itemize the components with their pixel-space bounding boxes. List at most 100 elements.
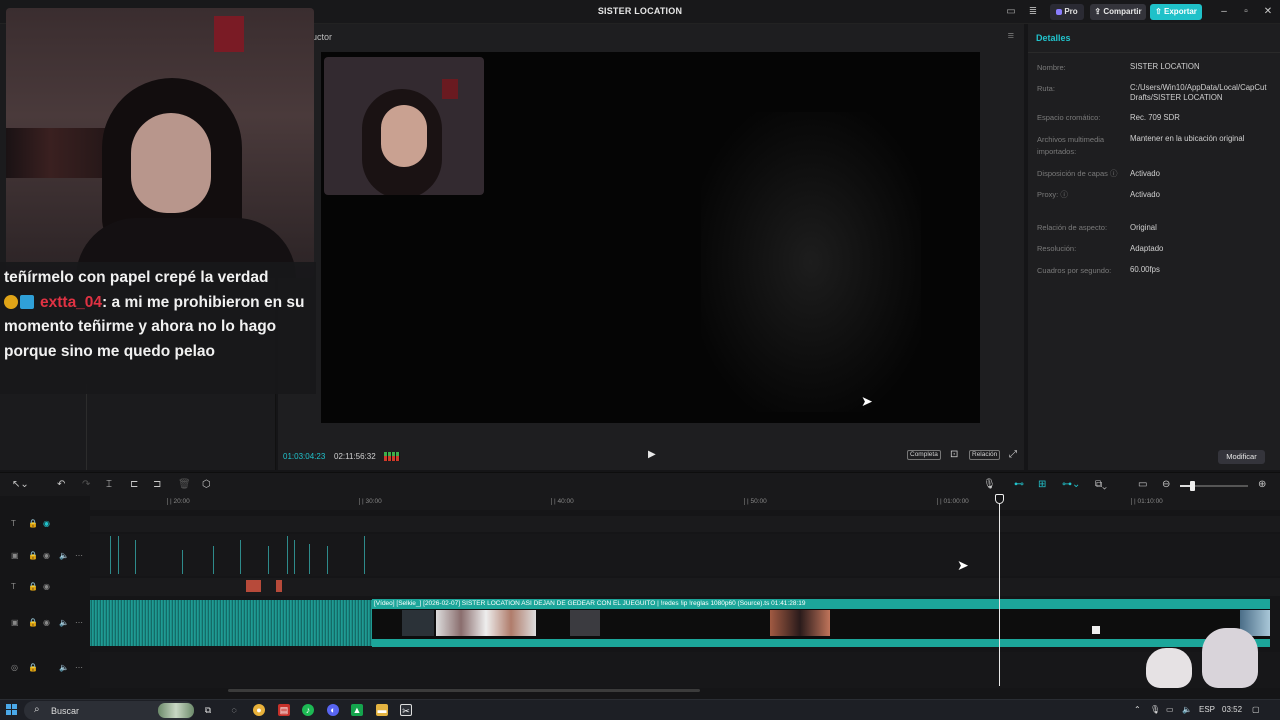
clip-marker[interactable]	[240, 540, 241, 574]
minimize-icon[interactable]: –	[1216, 4, 1232, 20]
detail-label: Nombre:	[1037, 63, 1066, 72]
tray-expand-icon[interactable]: ⌃	[1134, 705, 1141, 714]
eye-icon[interactable]: ◉	[43, 582, 50, 592]
taskbar-search[interactable]: ⌕ Buscar	[24, 701, 194, 720]
capcut-icon[interactable]: ✂	[400, 704, 412, 716]
speaker-icon[interactable]: 🔈	[59, 551, 69, 561]
clip-marker[interactable]	[268, 546, 269, 574]
text-clip[interactable]	[276, 580, 282, 592]
webcam-shelf	[6, 128, 116, 178]
clip-thumbnail	[436, 610, 536, 636]
notifications-icon[interactable]: ▢	[1252, 705, 1260, 714]
lock-icon[interactable]: 🔒	[28, 519, 38, 529]
pro-button[interactable]: Pro	[1050, 4, 1084, 20]
text-clip[interactable]	[246, 580, 261, 592]
maximize-icon[interactable]: ▫	[1238, 4, 1254, 20]
caption-icon[interactable]: ▭	[1138, 479, 1147, 491]
folder-icon[interactable]: ▬	[376, 704, 388, 716]
zoom-in-icon[interactable]: ⊕	[1258, 479, 1266, 491]
text2-track-head: T 🔒 ◉	[0, 577, 90, 597]
spotify-icon[interactable]: ♪	[302, 704, 314, 716]
undo-icon[interactable]: ↶	[57, 479, 65, 491]
redo-icon[interactable]: ↷	[82, 479, 90, 491]
clip-thumbnail	[770, 610, 830, 636]
player-menu-icon[interactable]: ≡	[1008, 30, 1014, 42]
details-header: Detalles	[1036, 33, 1071, 43]
lock-icon[interactable]: 🔒	[28, 618, 38, 628]
layout-icon[interactable]: ▭	[1004, 5, 1018, 19]
play-icon[interactable]: ▶	[648, 449, 656, 460]
app-icon[interactable]: ▲	[351, 704, 363, 716]
clock[interactable]: 03:52	[1222, 705, 1242, 714]
clip-marker[interactable]	[364, 536, 365, 574]
lock-icon[interactable]: 🔒	[28, 551, 38, 561]
microphone-tray-icon[interactable]: 🎙	[1150, 705, 1160, 714]
clip-marker[interactable]	[287, 536, 288, 574]
microphone-icon[interactable]: 🎙	[983, 479, 996, 491]
zoom-out-icon[interactable]: ⊖	[1162, 479, 1170, 491]
snap-icon[interactable]: ⊶⌄	[1062, 479, 1080, 491]
eye-icon[interactable]: ◉	[43, 519, 50, 529]
main-track-icon[interactable]: ⊞	[1038, 479, 1046, 491]
share-button[interactable]: ⇪ Compartir	[1090, 4, 1146, 20]
more-icon[interactable]: ⋯	[75, 663, 83, 673]
more-icon[interactable]: ⋯	[75, 618, 83, 628]
link-clips-icon[interactable]: ⊷	[1014, 479, 1024, 491]
split-left-icon[interactable]: ⊏	[130, 479, 138, 491]
chrome-icon[interactable]: ●	[253, 704, 265, 716]
network-icon[interactable]: ▭	[1166, 705, 1174, 714]
clip-marker[interactable]	[118, 536, 119, 574]
clip-marker[interactable]	[294, 540, 295, 574]
full-quality-button[interactable]: Completa	[907, 450, 941, 460]
marker-icon[interactable]: ⬡	[202, 479, 211, 491]
eye-icon[interactable]: ◉	[43, 618, 50, 628]
clip-marker[interactable]	[182, 550, 183, 574]
text-track[interactable]	[90, 516, 1280, 532]
more-icon[interactable]: ⋯	[75, 551, 83, 561]
delete-icon[interactable]: 🗑	[178, 479, 191, 491]
volume-icon[interactable]: 🔈	[1182, 705, 1192, 714]
sticker-track-head: ▣ 🔒 ◉ 🔈 ⋯	[0, 546, 90, 566]
ratio-button[interactable]: Relación	[969, 450, 1001, 460]
app-icon[interactable]: ◌	[228, 704, 240, 716]
audio-track[interactable]	[90, 652, 1280, 688]
close-icon[interactable]: ✕	[1260, 4, 1276, 20]
zoom-slider-handle[interactable]	[1190, 481, 1195, 491]
export-button[interactable]: ⇧ Exportar	[1150, 4, 1202, 20]
news-app-icon[interactable]: ▤	[278, 704, 290, 716]
modify-button[interactable]: Modificar	[1218, 450, 1265, 464]
speaker-icon[interactable]: 🔈	[59, 663, 69, 673]
fit-view-icon[interactable]: ⊡	[950, 449, 958, 460]
playhead[interactable]	[999, 496, 1000, 686]
details-panel: Detalles Nombre: SISTER LOCATION Ruta: C…	[1028, 24, 1280, 470]
lock-icon[interactable]: 🔒	[28, 582, 38, 592]
windows-start-icon[interactable]	[6, 704, 18, 716]
select-tool-icon[interactable]: ↖⌄	[12, 479, 29, 491]
split-icon[interactable]: ⌶	[106, 479, 112, 491]
language-indicator[interactable]: ESP	[1199, 705, 1215, 714]
task-view-icon[interactable]: ⧉	[202, 704, 214, 716]
lock-icon[interactable]: 🔒	[28, 663, 38, 673]
playhead-handle[interactable]	[995, 494, 1004, 504]
shortcuts-icon[interactable]: ≣	[1026, 5, 1040, 19]
fullscreen-icon[interactable]: ⤢	[1009, 449, 1017, 460]
clip-duration: 01:41:28:19	[771, 600, 806, 607]
speaker-icon[interactable]: 🔈	[59, 618, 69, 628]
text2-track[interactable]	[90, 578, 1280, 596]
clip-marker[interactable]	[327, 546, 328, 574]
pip-webcam-layer[interactable]	[324, 57, 484, 195]
timeline-scrollbar[interactable]	[228, 689, 700, 692]
capcut-window: SISTER LOCATION ▭ ≣ Pro ⇪ Compartir ⇧ Ex…	[0, 0, 1280, 720]
detail-value: SISTER LOCATION	[1130, 62, 1200, 71]
split-right-icon[interactable]: ⊐	[153, 479, 161, 491]
clip-marker[interactable]	[110, 536, 111, 574]
timeline-ruler[interactable]: | 20:00 | 30:00 | 40:00 | 50:00 | 01:00:…	[90, 496, 1280, 510]
discord-icon[interactable]: ◐	[327, 704, 339, 716]
clip-marker[interactable]	[135, 540, 136, 574]
detail-label: Archivos multimedia importados:	[1037, 135, 1105, 156]
eye-icon[interactable]: ◉	[43, 551, 50, 561]
preview-axis-icon[interactable]: ⧉⌄	[1095, 479, 1107, 491]
clip-marker[interactable]	[213, 546, 214, 574]
audio-clip-waveform[interactable]	[90, 600, 372, 646]
clip-marker[interactable]	[309, 544, 310, 574]
